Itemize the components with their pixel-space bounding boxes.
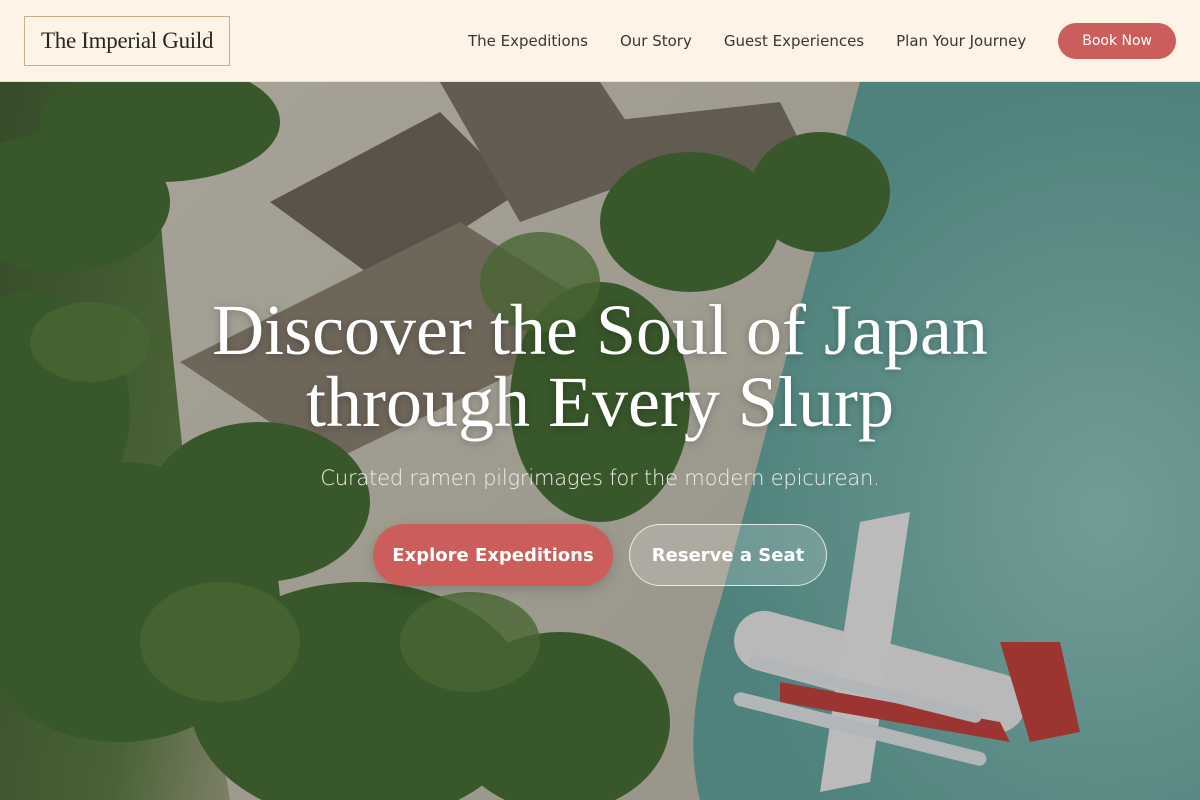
explore-expeditions-button[interactable]: Explore Expeditions: [373, 524, 613, 586]
hero-cta-group: Explore Expeditions Reserve a Seat: [0, 524, 1200, 586]
reserve-seat-button[interactable]: Reserve a Seat: [629, 524, 827, 586]
nav-link-our-story[interactable]: Our Story: [620, 32, 692, 50]
nav-link-guest-experiences[interactable]: Guest Experiences: [724, 32, 864, 50]
hero-subtitle: Curated ramen pilgrimages for the modern…: [320, 466, 880, 490]
hero-section: Discover the Soul of Japan through Every…: [0, 82, 1200, 800]
hero-title: Discover the Soul of Japan through Every…: [212, 290, 988, 442]
site-header: The Imperial Guild The Expeditions Our S…: [0, 0, 1200, 82]
hero-content: Discover the Soul of Japan through Every…: [0, 294, 1200, 586]
main-nav: The Expeditions Our Story Guest Experien…: [468, 22, 1176, 59]
book-now-button[interactable]: Book Now: [1058, 22, 1176, 59]
nav-link-expeditions[interactable]: The Expeditions: [468, 32, 588, 50]
site-logo[interactable]: The Imperial Guild: [24, 15, 231, 66]
nav-link-plan-journey[interactable]: Plan Your Journey: [896, 32, 1026, 50]
